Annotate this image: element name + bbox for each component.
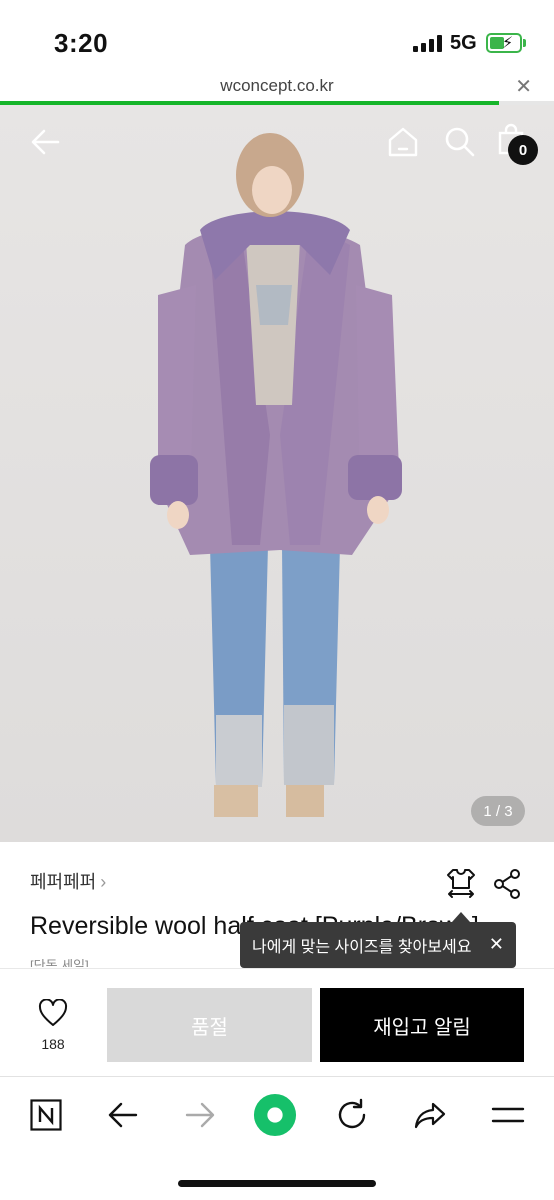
soldout-button[interactable]: 품절 <box>107 988 312 1062</box>
heart-icon[interactable] <box>38 998 68 1027</box>
back-icon[interactable] <box>101 1093 145 1137</box>
tooltip-arrow <box>452 912 470 922</box>
naver-icon[interactable] <box>24 1093 68 1137</box>
share-icon[interactable] <box>492 868 522 905</box>
like-count: 188 <box>41 1036 65 1052</box>
home-icon[interactable] <box>386 125 420 164</box>
search-icon[interactable] <box>443 125 477 164</box>
product-subtitle: [단독 세일] <box>30 958 89 967</box>
like-button[interactable]: 188 <box>30 998 76 1052</box>
status-time: 3:20 <box>54 28 109 58</box>
tooltip-close-icon[interactable]: ✕ <box>489 934 504 955</box>
purchase-action-bar: 188 품절 재입고 알림 <box>0 968 554 1076</box>
cart-count-badge[interactable]: 0 <box>508 135 538 165</box>
status-bar: 3:20 5G ⚡ <box>0 0 554 72</box>
green-dot-icon[interactable] <box>253 1093 297 1137</box>
home-indicator <box>178 1180 376 1187</box>
chevron-right-icon: › <box>100 872 107 892</box>
menu-icon[interactable] <box>486 1093 530 1137</box>
size-guide-icon[interactable] <box>444 866 478 907</box>
tooltip-text: 나에게 맞는 사이즈를 찾아보세요 <box>252 939 472 956</box>
battery-icon: ⚡ <box>486 33 522 53</box>
battery-tip <box>523 39 526 47</box>
product-image[interactable] <box>0 105 554 842</box>
url-text[interactable]: wconcept.co.kr <box>0 76 554 96</box>
model-photo <box>150 133 402 817</box>
back-arrow-icon[interactable] <box>28 125 62 164</box>
size-tooltip[interactable]: 나에게 맞는 사이즈를 찾아보세요 ✕ <box>240 922 516 968</box>
share-arrow-icon[interactable] <box>408 1093 452 1137</box>
restock-alert-button[interactable]: 재입고 알림 <box>320 988 524 1062</box>
image-page-indicator: 1 / 3 <box>471 796 525 826</box>
close-icon[interactable]: ✕ <box>515 74 532 99</box>
refresh-icon[interactable] <box>330 1093 374 1137</box>
forward-arrow-icon[interactable] <box>178 1093 222 1137</box>
signal-icon <box>413 34 442 52</box>
brand-name[interactable]: 페퍼페퍼 <box>30 872 96 892</box>
network-label: 5G <box>450 32 477 54</box>
brand-link[interactable]: 페퍼페퍼 › <box>30 868 106 894</box>
url-bar[interactable]: wconcept.co.kr ✕ <box>0 72 554 102</box>
